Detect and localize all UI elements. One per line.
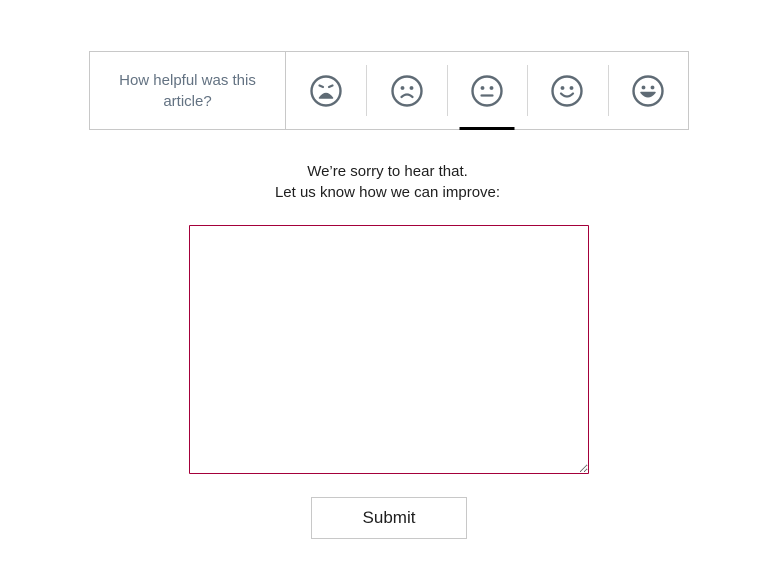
very-happy-face-icon <box>632 74 664 107</box>
feedback-textarea[interactable] <box>189 225 589 474</box>
rating-option-neutral[interactable] <box>446 52 527 129</box>
feedback-prompt: We’re sorry to hear that. Let us know ho… <box>0 161 770 203</box>
submit-button[interactable]: Submit <box>311 497 467 539</box>
rating-option-very-happy[interactable] <box>607 52 688 129</box>
rating-question: How helpful was this article? <box>90 52 286 129</box>
rating-option-happy[interactable] <box>527 52 607 129</box>
sad-face-icon <box>390 74 423 107</box>
rating-faces <box>286 52 688 129</box>
feedback-prompt-line2: Let us know how we can improve: <box>274 184 501 201</box>
happy-face-icon <box>551 74 584 107</box>
very-sad-face-icon <box>310 74 342 107</box>
neutral-face-icon <box>471 74 503 107</box>
rating-option-sad[interactable] <box>366 52 446 129</box>
rating-question-text: How helpful was this article? <box>119 71 256 110</box>
rating-bar: How helpful was this article? <box>89 51 689 130</box>
feedback-prompt-line1: We’re sorry to hear that. <box>307 163 468 180</box>
rating-option-very-sad[interactable] <box>286 52 366 129</box>
